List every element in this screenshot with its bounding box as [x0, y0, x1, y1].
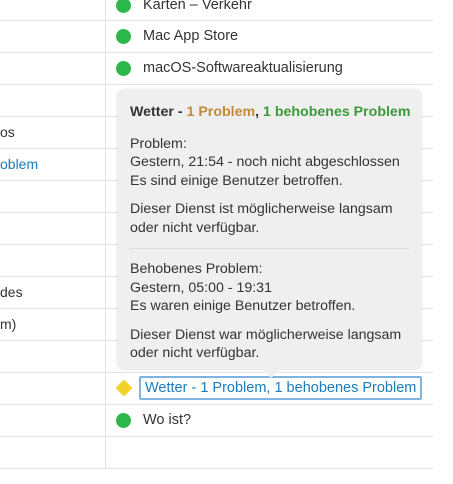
row-divider	[0, 20, 433, 21]
problem-description: oder nicht verfügbar.	[130, 219, 260, 236]
popover-title-separator: -	[173, 104, 187, 120]
row-divider	[0, 436, 433, 437]
row-divider	[0, 84, 433, 85]
row-divider	[0, 372, 433, 373]
row-divider	[0, 468, 433, 469]
issue-popover: Wetter - 1 Problem, 1 behobenes Problem …	[117, 89, 422, 370]
resolved-time: Gestern, 05:00 - 19:31	[130, 279, 272, 296]
status-green-icon	[116, 0, 131, 13]
issue-link[interactable]: Wetter - 1 Problem, 1 behobenes Problem	[139, 376, 423, 400]
popover-arrow	[262, 369, 280, 378]
problem-description: Dieser Dienst ist möglicherweise langsam	[130, 201, 393, 217]
service-name: macOS-Softwareaktualisierung	[143, 60, 343, 76]
status-green-icon	[116, 60, 131, 76]
service-row-issue: Wetter - 1 Problem, 1 behobenes Problem	[115, 376, 423, 400]
service-row: macOS-Softwareaktualisierung	[116, 56, 343, 80]
status-green-icon	[116, 412, 131, 428]
popover-problem-count: 1 Problem	[186, 104, 256, 120]
service-name: Wo ist?	[143, 412, 192, 428]
problem-heading: Problem:	[130, 135, 187, 152]
popover-service: Wetter	[130, 104, 174, 120]
service-row: Karten – Verkehr	[116, 0, 252, 17]
problem-time: Gestern, 21:54 - noch nicht abgeschlosse…	[130, 154, 400, 170]
popover-divider	[130, 248, 409, 249]
service-row: Mac App Store	[116, 24, 238, 48]
left-column-text: des	[0, 284, 23, 300]
status-green-icon	[116, 28, 131, 44]
row-divider	[0, 404, 433, 405]
problem-users: Es sind einige Benutzer betroffen.	[130, 172, 343, 189]
service-name: Karten – Verkehr	[143, 0, 252, 13]
row-divider	[0, 52, 433, 53]
resolved-description: Dieser Dienst war möglicherweise langsam	[130, 326, 402, 343]
service-row: Wo ist?	[116, 408, 191, 432]
left-column-link[interactable]: oblem	[0, 154, 38, 174]
resolved-users: Es waren einige Benutzer betroffen.	[130, 298, 356, 314]
resolved-heading: Behobenes Problem:	[130, 261, 263, 277]
left-column-text: m)	[0, 316, 17, 332]
resolved-description: oder nicht verfügbar.	[130, 345, 260, 361]
popover-title-comma: ,	[255, 104, 263, 120]
left-column-text: os	[0, 124, 15, 140]
column-divider	[105, 0, 106, 468]
popover-resolved-count: 1 behobenes Problem	[263, 104, 411, 120]
service-name: Mac App Store	[143, 28, 239, 44]
popover-title: Wetter - 1 Problem, 1 behobenes Problem	[130, 103, 411, 122]
status-warning-icon	[115, 379, 132, 397]
